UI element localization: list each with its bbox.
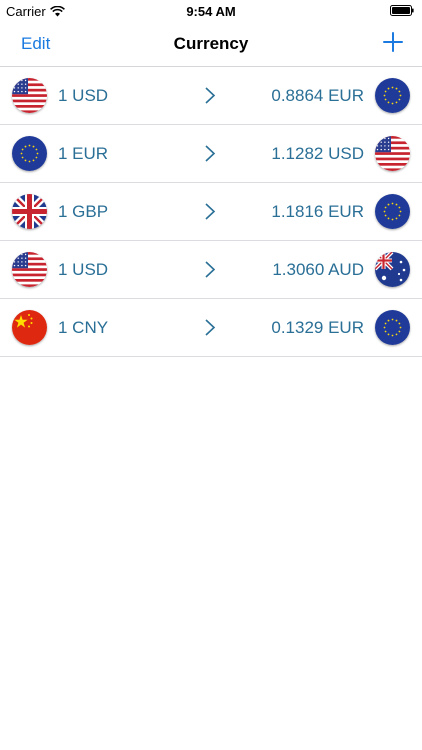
conversion-row[interactable]: 1 EUR 1.1282 USD xyxy=(0,125,422,183)
to-amount: 0.1329 EUR xyxy=(271,318,364,337)
to-amount: 1.3060 AUD xyxy=(272,260,364,279)
eu-flag-icon xyxy=(375,310,410,345)
from-amount: 1 GBP xyxy=(58,202,109,221)
chevron-right-icon xyxy=(205,203,216,220)
conversion-row[interactable]: 1 GBP 1.1816 EUR xyxy=(0,183,422,241)
status-bar: Carrier 9:54 AM xyxy=(0,0,422,22)
from-amount: 1 USD xyxy=(58,260,109,279)
to-amount: 1.1816 EUR xyxy=(271,202,364,221)
from-amount: 1 CNY xyxy=(58,318,109,337)
conversion-row[interactable]: 1 USD 0.8864 EUR xyxy=(0,67,422,125)
us-flag-icon xyxy=(375,136,410,171)
chevron-right-icon xyxy=(205,87,216,104)
conversion-row[interactable]: 1 USD 1.3060 AUD xyxy=(0,241,422,299)
au-flag-icon xyxy=(375,252,410,287)
clock: 9:54 AM xyxy=(186,4,236,19)
gb-flag-icon xyxy=(12,194,47,229)
cn-flag-icon xyxy=(12,310,47,345)
eu-flag-icon xyxy=(375,78,410,113)
from-amount: 1 EUR xyxy=(58,144,109,163)
navigation-bar: Edit Currency xyxy=(0,22,422,67)
battery-icon xyxy=(390,5,414,16)
eu-flag-icon xyxy=(375,194,410,229)
to-amount: 1.1282 USD xyxy=(271,144,364,163)
us-flag-icon xyxy=(12,252,47,287)
to-amount: 0.8864 EUR xyxy=(271,86,364,105)
chevron-right-icon xyxy=(205,145,216,162)
from-amount: 1 USD xyxy=(58,86,109,105)
us-flag-icon xyxy=(12,78,47,113)
conversion-row[interactable]: 1 CNY 0.1329 EUR xyxy=(0,299,422,357)
chevron-right-icon xyxy=(205,319,216,336)
chevron-right-icon xyxy=(205,261,216,278)
conversion-list: 1 USD 0.8864 EUR 1 EUR 1.1282 USD 1 GBP … xyxy=(0,67,422,357)
page-title: Currency xyxy=(173,34,249,53)
eu-flag-icon xyxy=(12,136,47,171)
plus-icon[interactable] xyxy=(383,32,403,52)
